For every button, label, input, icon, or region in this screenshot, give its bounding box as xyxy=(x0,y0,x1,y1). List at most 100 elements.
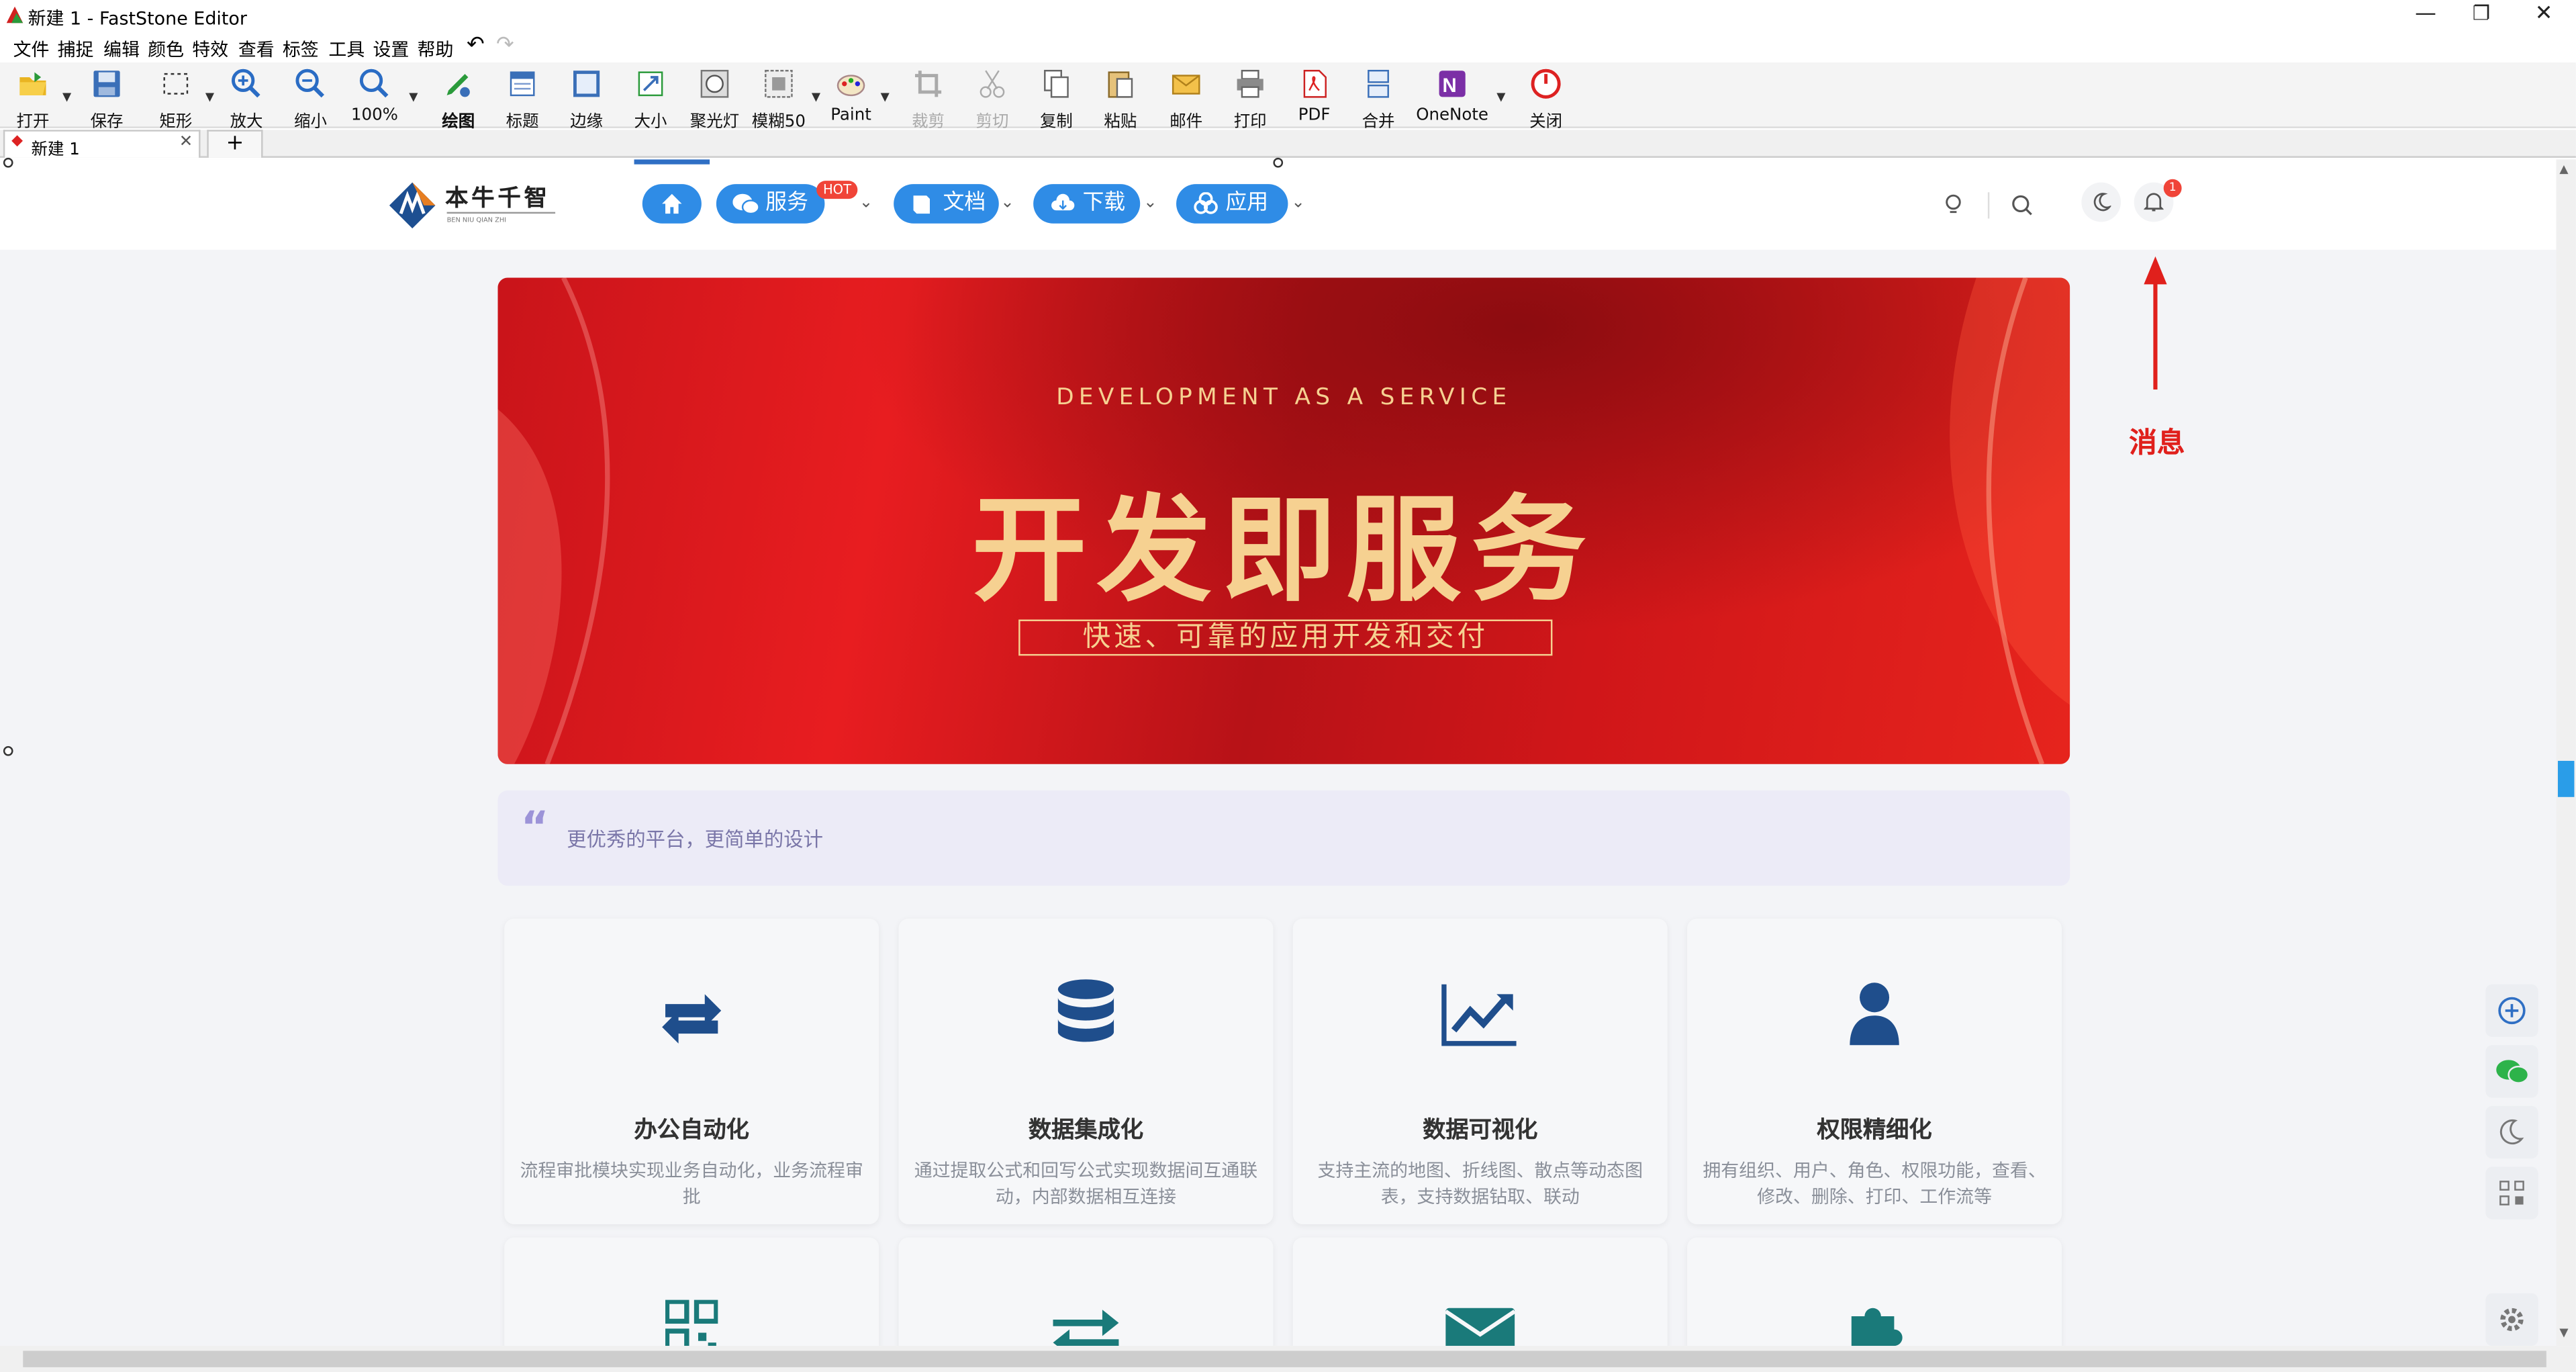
menu-color[interactable]: 颜色 xyxy=(148,36,184,62)
float-settings-button[interactable] xyxy=(2485,1293,2538,1346)
menu-file[interactable]: 文件 xyxy=(13,36,50,62)
restore-button[interactable]: ❐ xyxy=(2473,1,2490,24)
undo-icon[interactable]: ↶ xyxy=(467,33,485,58)
nav-docs-button[interactable]: 文档 xyxy=(894,184,999,224)
paint-dropdown-arrow[interactable]: ▼ xyxy=(881,91,890,104)
float-wechat-button[interactable] xyxy=(2485,1045,2538,1098)
menu-edit[interactable]: 编辑 xyxy=(103,36,140,62)
pdf-button[interactable]: PDF xyxy=(1282,66,1347,128)
menu-view[interactable]: 查看 xyxy=(238,36,275,62)
puzzle-icon xyxy=(1851,1308,1903,1346)
power-icon xyxy=(1531,68,1561,99)
nav-home-button[interactable] xyxy=(642,184,702,224)
save-button[interactable]: 保存 xyxy=(74,66,140,132)
menu-effects[interactable]: 特效 xyxy=(192,36,228,62)
cut-icon xyxy=(980,70,1005,98)
menu-tools[interactable]: 工具 xyxy=(328,36,365,62)
feature-card-partial[interactable] xyxy=(1687,1237,2062,1346)
feature-card[interactable]: 数据可视化 支持主流的地图、折线图、散点等动态图表，支持数据钻取、联动 xyxy=(1292,918,1668,1225)
horizontal-scrollbar[interactable] xyxy=(0,1346,2576,1372)
tab-close-icon[interactable]: ✕ xyxy=(179,133,193,151)
open-dropdown-arrow[interactable]: ▼ xyxy=(62,91,71,104)
cut-button[interactable]: 剪切 xyxy=(959,66,1025,132)
selection-handle[interactable] xyxy=(3,745,13,756)
menu-bar: 文件 捕捉 编辑 颜色 特效 查看 标签 工具 设置 帮助 ↶ ↷ xyxy=(0,33,2576,62)
banner-eyebrow: DEVELOPMENT AS A SERVICE xyxy=(1056,384,1512,411)
service-chevron-down-icon[interactable]: ⌄ xyxy=(859,194,873,212)
close-tool-button[interactable]: 关闭 xyxy=(1513,66,1579,132)
paste-button[interactable]: 粘贴 xyxy=(1088,66,1153,132)
lightbulb-icon[interactable] xyxy=(1944,194,1963,217)
database-icon xyxy=(1057,979,1114,1042)
horizontal-scroll-thumb[interactable] xyxy=(23,1351,2546,1367)
redo-icon[interactable]: ↷ xyxy=(496,33,514,58)
feature-card-partial[interactable] xyxy=(898,1237,1274,1346)
docs-chevron-down-icon[interactable]: ⌄ xyxy=(1000,194,1014,212)
app-logo-icon xyxy=(6,6,23,24)
resize-button[interactable]: 大小 xyxy=(618,66,683,132)
print-icon xyxy=(1237,69,1263,98)
vertical-scroll-thumb[interactable] xyxy=(2557,760,2575,797)
zoom-in-button[interactable]: 放大 xyxy=(213,66,279,132)
scroll-up-arrow[interactable]: ▲ xyxy=(2559,163,2568,176)
selection-handle[interactable] xyxy=(3,157,13,168)
zoom-dropdown-arrow[interactable]: ▼ xyxy=(409,91,418,104)
zoom-out-button[interactable]: 缩小 xyxy=(278,66,344,132)
paint-button[interactable]: Paint xyxy=(818,66,884,128)
minimize-button[interactable]: — xyxy=(2415,1,2436,26)
mail-icon xyxy=(1172,75,1200,95)
feature-card-partial[interactable] xyxy=(504,1237,879,1346)
save-icon xyxy=(93,71,120,97)
close-window-button[interactable]: ✕ xyxy=(2535,1,2553,26)
menu-settings[interactable]: 设置 xyxy=(373,36,409,62)
blur-button[interactable]: 模糊50 xyxy=(746,66,812,132)
onenote-dropdown-arrow[interactable]: ▼ xyxy=(1496,91,1505,104)
nav-apps-button[interactable]: 应用 xyxy=(1176,184,1288,224)
zoom-reset-button[interactable]: 100% xyxy=(342,66,408,128)
copy-button[interactable]: 复制 xyxy=(1023,66,1089,132)
nav-download-button[interactable]: 下载 xyxy=(1033,184,1141,224)
exchange-arrows-icon xyxy=(1053,1310,1119,1346)
feature-title: 数据集成化 xyxy=(1028,1117,1144,1144)
edge-button[interactable]: 边缘 xyxy=(554,66,620,132)
rectangle-select-button[interactable]: 矩形 xyxy=(143,66,209,132)
nav-service-button[interactable]: 服务 xyxy=(716,184,825,224)
feature-card[interactable]: 权限精细化 拥有组织、用户、角色、权限功能，查看、修改、删除、打印、工作流等 xyxy=(1687,918,2062,1225)
apps-chevron-down-icon[interactable]: ⌄ xyxy=(1291,194,1305,212)
print-button[interactable]: 打印 xyxy=(1217,66,1283,132)
draw-button[interactable]: 绘图 xyxy=(426,66,491,132)
window-title: 新建 1 - FastStone Editor xyxy=(28,8,247,30)
search-icon[interactable] xyxy=(2011,194,2034,217)
vertical-scrollbar[interactable]: ▲ ▼ xyxy=(2556,159,2576,1346)
selection-handle[interactable] xyxy=(1273,157,1284,168)
feature-card-partial[interactable] xyxy=(1292,1237,1668,1346)
menu-tabs[interactable]: 标签 xyxy=(283,36,319,62)
menu-capture[interactable]: 捕捉 xyxy=(58,36,94,62)
crop-button[interactable]: 裁剪 xyxy=(896,66,961,132)
new-tab-button[interactable]: + xyxy=(207,130,263,158)
feature-desc: 拥有组织、用户、角色、权限功能，查看、修改、删除、打印、工作流等 xyxy=(1703,1160,2046,1208)
feature-card[interactable]: 办公自动化 流程审批模块实现业务自动化，业务流程审批 xyxy=(504,918,879,1225)
draw-icon xyxy=(446,74,470,97)
menu-help[interactable]: 帮助 xyxy=(418,36,454,62)
float-qrcode-button[interactable] xyxy=(2485,1167,2538,1220)
merge-button[interactable]: 合并 xyxy=(1345,66,1411,132)
wechat-icon xyxy=(732,193,759,215)
download-chevron-down-icon[interactable]: ⌄ xyxy=(1143,194,1157,212)
feature-title: 数据可视化 xyxy=(1423,1117,1538,1144)
spotlight-button[interactable]: 聚光灯 xyxy=(682,66,748,132)
open-button[interactable]: 打开 xyxy=(0,66,66,132)
mail-button[interactable]: 邮件 xyxy=(1153,66,1219,132)
sync-arrows-icon xyxy=(662,994,722,1044)
feature-card[interactable]: 数据集成化 通过提取公式和回写公式实现数据间互通联动，内部数据相互连接 xyxy=(898,918,1274,1225)
rectangle-dropdown-arrow[interactable]: ▼ xyxy=(205,91,214,104)
nav-download-label: 下载 xyxy=(1082,190,1126,216)
caption-button[interactable]: 标题 xyxy=(489,66,555,132)
modified-dot-icon: ◆ xyxy=(11,133,23,150)
theme-toggle-button[interactable] xyxy=(2081,182,2121,222)
float-add-button[interactable] xyxy=(2485,984,2538,1038)
onenote-button[interactable]: N OneNote xyxy=(1413,66,1491,128)
document-tab[interactable]: ◆ 新建 1 ✕ xyxy=(3,130,201,159)
scroll-down-arrow[interactable]: ▼ xyxy=(2559,1326,2568,1340)
float-dark-mode-button[interactable] xyxy=(2485,1105,2538,1159)
